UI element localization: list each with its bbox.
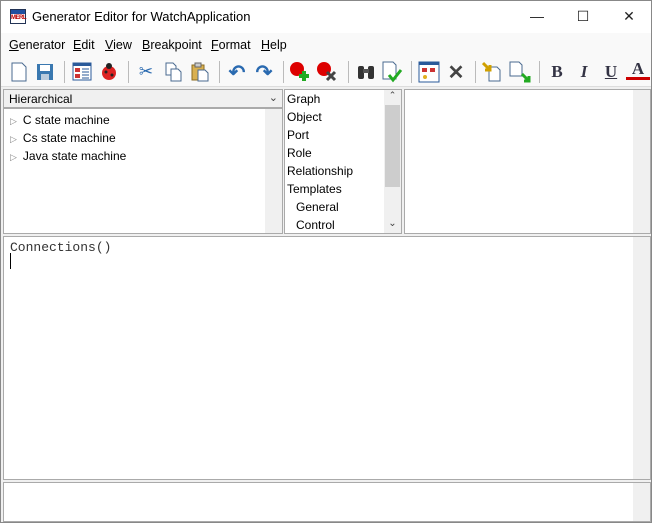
tree-scrollbar[interactable] bbox=[265, 109, 282, 233]
paste-icon[interactable] bbox=[188, 60, 212, 84]
list-item[interactable]: Object bbox=[287, 110, 322, 124]
list-item[interactable]: Templates bbox=[287, 182, 342, 196]
list-item[interactable]: Control bbox=[296, 218, 335, 232]
export-icon[interactable] bbox=[508, 60, 532, 84]
output-scrollbar[interactable] bbox=[633, 483, 650, 521]
menu-format[interactable]: Format bbox=[211, 38, 251, 52]
menu-breakpoint[interactable]: Breakpoint bbox=[142, 38, 202, 52]
toolbar-separator bbox=[348, 61, 349, 83]
menu-generator[interactable]: Generator bbox=[9, 38, 65, 52]
remove-breakpoint-icon[interactable] bbox=[315, 60, 339, 84]
find-binoculars-icon[interactable] bbox=[354, 60, 378, 84]
code-editor[interactable]: Connections() bbox=[3, 236, 651, 480]
bold-button[interactable]: B bbox=[545, 60, 569, 84]
close-button[interactable]: ✕ bbox=[606, 1, 652, 33]
font-color-button[interactable]: A bbox=[626, 59, 650, 80]
scroll-down-icon[interactable]: ⌄ bbox=[384, 218, 401, 233]
list-item[interactable]: Port bbox=[287, 128, 309, 142]
new-file-icon[interactable] bbox=[7, 60, 31, 84]
tree-item[interactable]: ▷ Java state machine bbox=[10, 149, 126, 163]
list-item[interactable]: Relationship bbox=[287, 164, 353, 178]
delete-icon[interactable]: ✕ bbox=[444, 60, 468, 84]
expand-icon[interactable]: ▷ bbox=[10, 152, 17, 162]
debug-ladybug-icon[interactable] bbox=[97, 60, 121, 84]
templates-icon[interactable] bbox=[417, 60, 441, 84]
list-item[interactable]: General bbox=[296, 200, 339, 214]
tree-item[interactable]: ▷ C state machine bbox=[10, 113, 110, 127]
toolbar-separator bbox=[411, 61, 412, 83]
menu-view[interactable]: View bbox=[105, 38, 132, 52]
redo-icon[interactable]: ↷ bbox=[252, 60, 276, 84]
scroll-up-icon[interactable]: ⌃ bbox=[384, 90, 401, 105]
toolbar-separator bbox=[219, 61, 220, 83]
detail-scrollbar[interactable] bbox=[633, 90, 650, 233]
template-list: ⌃ ⌄ Graph Object Port Role Relationship … bbox=[284, 89, 402, 234]
properties-icon[interactable] bbox=[70, 60, 94, 84]
text-cursor bbox=[10, 253, 11, 269]
toolbar: ✂ ↶ ↷ ✕ B I U A bbox=[1, 57, 651, 87]
scrollbar-thumb[interactable] bbox=[385, 105, 400, 187]
detail-pane[interactable] bbox=[404, 89, 651, 234]
app-icon: MERL bbox=[10, 9, 27, 24]
generator-tree: ▷ C state machine ▷ Cs state machine ▷ Java… bbox=[3, 108, 283, 234]
check-document-icon[interactable] bbox=[380, 60, 404, 84]
add-breakpoint-icon[interactable] bbox=[288, 60, 312, 84]
menu-help[interactable]: Help bbox=[261, 38, 287, 52]
list-item[interactable]: Role bbox=[287, 146, 312, 160]
generator-editor-window: MERL Generator Editor for WatchApplicati… bbox=[0, 0, 652, 523]
underline-button[interactable]: U bbox=[599, 60, 623, 84]
title-bar: MERL Generator Editor for WatchApplicati… bbox=[1, 1, 651, 33]
toolbar-separator bbox=[539, 61, 540, 83]
view-mode-value: Hierarchical bbox=[9, 92, 73, 106]
tree-item[interactable]: ▷ Cs state machine bbox=[10, 131, 116, 145]
list-scrollbar[interactable]: ⌃ ⌄ bbox=[384, 90, 401, 233]
window-title: Generator Editor for WatchApplication bbox=[32, 9, 251, 24]
expand-icon[interactable]: ▷ bbox=[10, 116, 17, 126]
toolbar-separator bbox=[128, 61, 129, 83]
list-item[interactable]: Graph bbox=[287, 92, 320, 106]
editor-text[interactable]: Connections() bbox=[10, 240, 111, 255]
view-mode-dropdown[interactable]: Hierarchical ⌄ bbox=[3, 89, 283, 108]
output-pane[interactable] bbox=[3, 482, 651, 522]
copy-icon[interactable] bbox=[161, 60, 185, 84]
toolbar-separator bbox=[64, 61, 65, 83]
maximize-button[interactable]: ☐ bbox=[560, 1, 606, 33]
toolbar-separator bbox=[283, 61, 284, 83]
minimize-button[interactable]: — bbox=[514, 1, 560, 33]
toolbar-separator bbox=[475, 61, 476, 83]
save-icon[interactable] bbox=[33, 60, 57, 84]
menu-edit[interactable]: Edit bbox=[73, 38, 95, 52]
italic-button[interactable]: I bbox=[572, 60, 596, 84]
undo-icon[interactable]: ↶ bbox=[225, 60, 249, 84]
expand-icon[interactable]: ▷ bbox=[10, 134, 17, 144]
chevron-down-icon: ⌄ bbox=[268, 92, 278, 104]
editor-scrollbar[interactable] bbox=[633, 237, 650, 479]
menu-bar: Generator Edit View Breakpoint Format He… bbox=[1, 33, 651, 57]
cut-icon[interactable]: ✂ bbox=[134, 60, 158, 84]
import-icon[interactable] bbox=[481, 60, 505, 84]
